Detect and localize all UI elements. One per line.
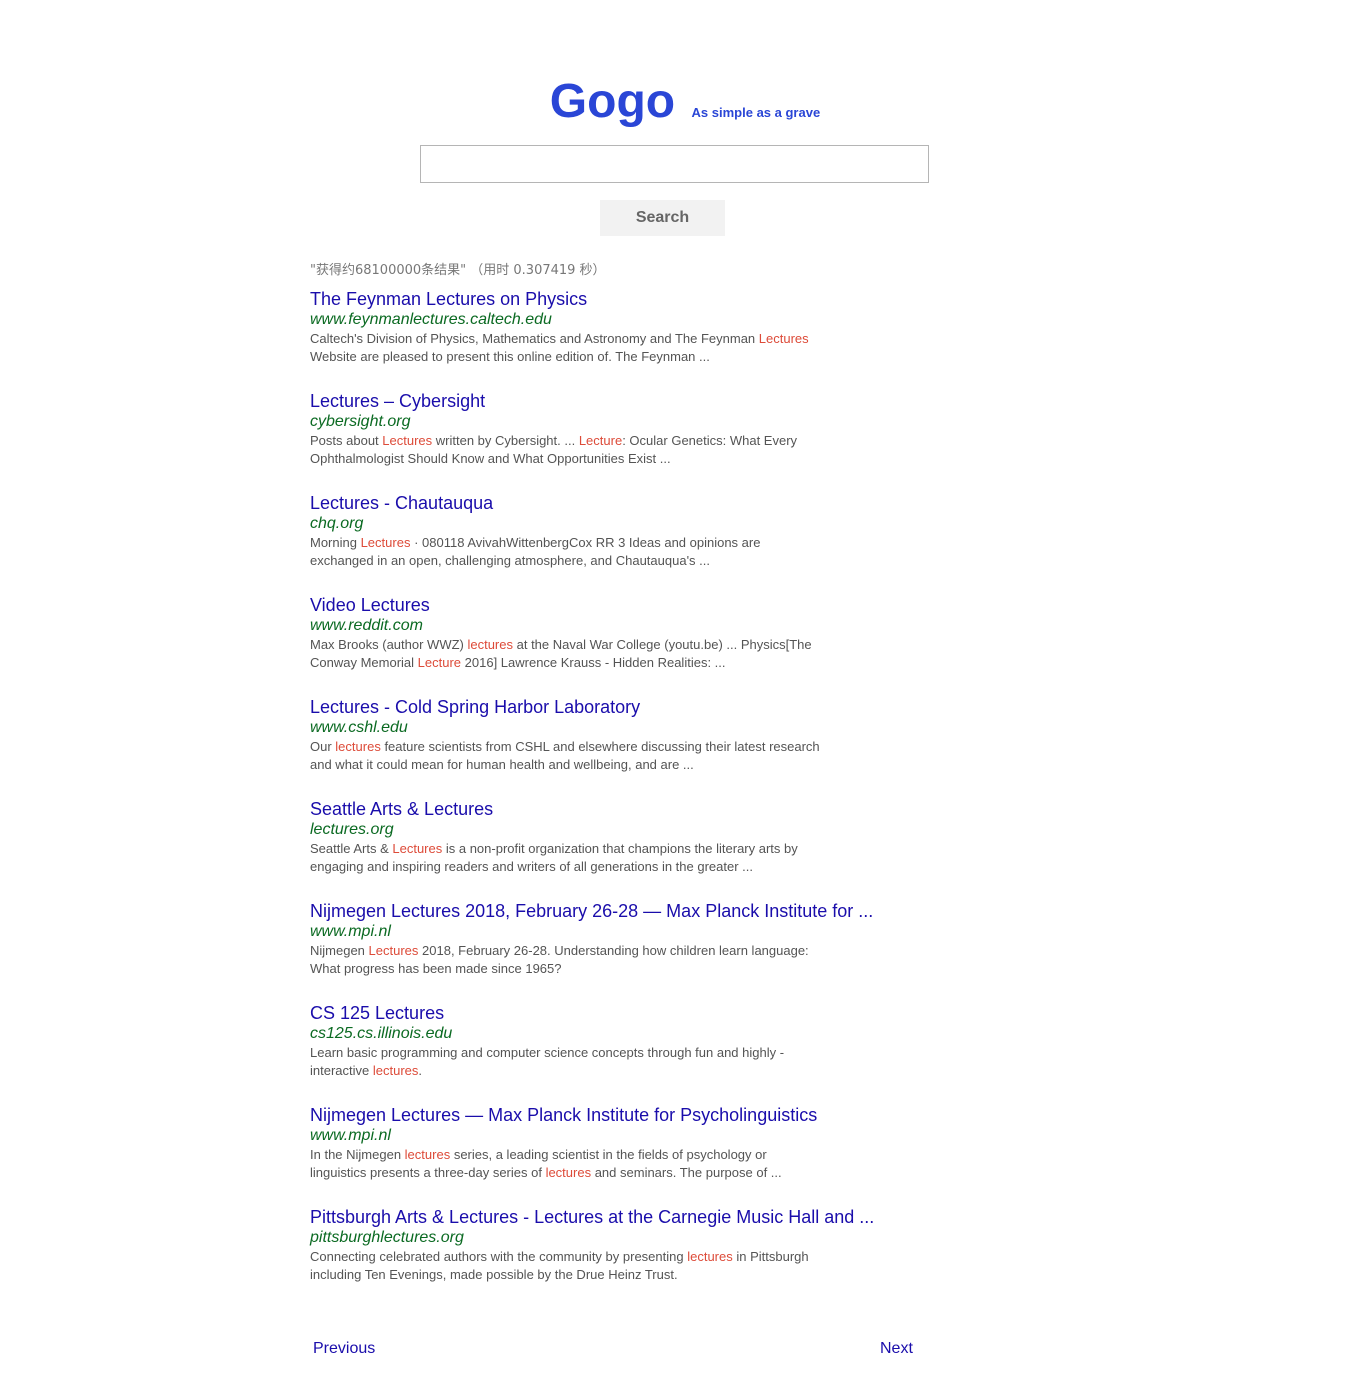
search-result: Lectures - Cold Spring Harbor Laboratory… — [310, 696, 930, 798]
result-url: www.mpi.nl — [310, 923, 391, 940]
previous-page-link[interactable]: Previous — [313, 1340, 375, 1358]
snippet-text: Nijmegen — [310, 943, 369, 958]
snippet-highlight: lectures — [404, 1147, 451, 1162]
next-page-link[interactable]: Next — [880, 1340, 913, 1358]
result-snippet: Morning Lectures · 080118 AvivahWittenbe… — [310, 534, 820, 570]
snippet-highlight: lectures — [545, 1165, 592, 1180]
snippet-highlight: Lectures — [368, 943, 419, 958]
snippet-text: In the Nijmegen — [310, 1147, 405, 1162]
snippet-text: written by Cybersight. ... — [432, 433, 579, 448]
result-url: chq.org — [310, 515, 364, 532]
snippet-highlight: Lectures — [758, 331, 809, 346]
snippet-text: Max Brooks (author WWZ) — [310, 637, 468, 652]
snippet-highlight: Lectures — [392, 841, 443, 856]
result-snippet: Our lectures feature scientists from CSH… — [310, 738, 820, 774]
result-snippet: Learn basic programming and computer sci… — [310, 1044, 820, 1080]
result-title-link[interactable]: Nijmegen Lectures 2018, February 26-28 —… — [310, 900, 930, 922]
result-snippet: Connecting celebrated authors with the c… — [310, 1248, 820, 1284]
snippet-highlight: Lecture — [578, 433, 623, 448]
snippet-text: feature scientists from CSHL and elsewhe… — [310, 739, 820, 772]
result-snippet: Posts about Lectures written by Cybersig… — [310, 432, 820, 468]
result-title-link[interactable]: Seattle Arts & Lectures — [310, 798, 930, 820]
result-title-link[interactable]: Nijmegen Lectures — Max Planck Institute… — [310, 1104, 930, 1126]
search-button[interactable]: Search — [600, 200, 725, 236]
result-url: www.reddit.com — [310, 617, 423, 634]
result-snippet: Seattle Arts & Lectures is a non-profit … — [310, 840, 820, 876]
search-result: Nijmegen Lectures — Max Planck Institute… — [310, 1104, 930, 1206]
search-result: Nijmegen Lectures 2018, February 26-28 —… — [310, 900, 930, 1002]
snippet-highlight: lectures — [687, 1249, 733, 1264]
search-result: Pittsburgh Arts & Lectures - Lectures at… — [310, 1206, 930, 1308]
snippet-highlight: Lectures — [360, 535, 411, 550]
logo[interactable]: Gogo — [550, 72, 675, 132]
result-url: pittsburghlectures.org — [310, 1229, 464, 1246]
result-snippet: Nijmegen Lectures 2018, February 26-28. … — [310, 942, 820, 978]
snippet-text: Posts about — [310, 433, 383, 448]
snippet-text: Website are pleased to present this onli… — [310, 349, 710, 364]
tagline: As simple as a grave — [691, 105, 821, 120]
result-url: www.cshl.edu — [310, 719, 408, 736]
result-title-link[interactable]: Lectures – Cybersight — [310, 390, 930, 412]
snippet-text: Caltech's Division of Physics, Mathemati… — [310, 331, 759, 346]
result-url: lectures.org — [310, 821, 394, 838]
result-url: cybersight.org — [310, 413, 411, 430]
snippet-text: . — [418, 1063, 423, 1078]
snippet-highlight: lectures — [335, 739, 381, 754]
snippet-text: Our — [310, 739, 336, 754]
snippet-highlight: Lectures — [382, 433, 433, 448]
result-url: www.feynmanlectures.caltech.edu — [310, 311, 552, 328]
result-title-link[interactable]: The Feynman Lectures on Physics — [310, 288, 930, 310]
snippet-text: 2016] Lawrence Krauss - Hidden Realities… — [461, 655, 726, 670]
search-result: The Feynman Lectures on Physics www.feynm… — [310, 288, 930, 390]
results-list: The Feynman Lectures on Physics www.feynm… — [310, 288, 930, 1308]
result-title-link[interactable]: Pittsburgh Arts & Lectures - Lectures at… — [310, 1206, 930, 1228]
result-title-link[interactable]: Lectures - Cold Spring Harbor Laboratory — [310, 696, 930, 718]
result-snippet: In the Nijmegen lectures series, a leadi… — [310, 1146, 820, 1182]
result-snippet: Max Brooks (author WWZ) lectures at the … — [310, 636, 820, 672]
search-input[interactable] — [420, 145, 929, 183]
header: Gogo As simple as a grave — [0, 72, 1370, 132]
snippet-text: Seattle Arts & — [310, 841, 393, 856]
snippet-text: Morning — [310, 535, 361, 550]
result-title-link[interactable]: Lectures - Chautauqua — [310, 492, 930, 514]
search-result: Video Lectures www.reddit.com Max Brooks (… — [310, 594, 930, 696]
search-result: Seattle Arts & Lectures lectures.org Seatt… — [310, 798, 930, 900]
result-title-link[interactable]: CS 125 Lectures — [310, 1002, 930, 1024]
search-result: Lectures – Cybersight cybersight.org Posts… — [310, 390, 930, 492]
snippet-highlight: Lecture — [417, 655, 462, 670]
search-result: Lectures - Chautauqua chq.org Morning Lect… — [310, 492, 930, 594]
search-result: CS 125 Lectures cs125.cs.illinois.edu Lear… — [310, 1002, 930, 1104]
result-url: www.mpi.nl — [310, 1127, 391, 1144]
snippet-text: and seminars. The purpose of ... — [591, 1165, 782, 1180]
result-snippet: Caltech's Division of Physics, Mathemati… — [310, 330, 820, 366]
snippet-highlight: lectures — [372, 1063, 419, 1078]
result-title-link[interactable]: Video Lectures — [310, 594, 930, 616]
result-stats: "获得约68100000条结果" （用时 0.307419 秒） — [310, 263, 606, 278]
snippet-highlight: lectures — [467, 637, 513, 652]
snippet-text: Connecting celebrated authors with the c… — [310, 1249, 688, 1264]
result-url: cs125.cs.illinois.edu — [310, 1025, 453, 1042]
